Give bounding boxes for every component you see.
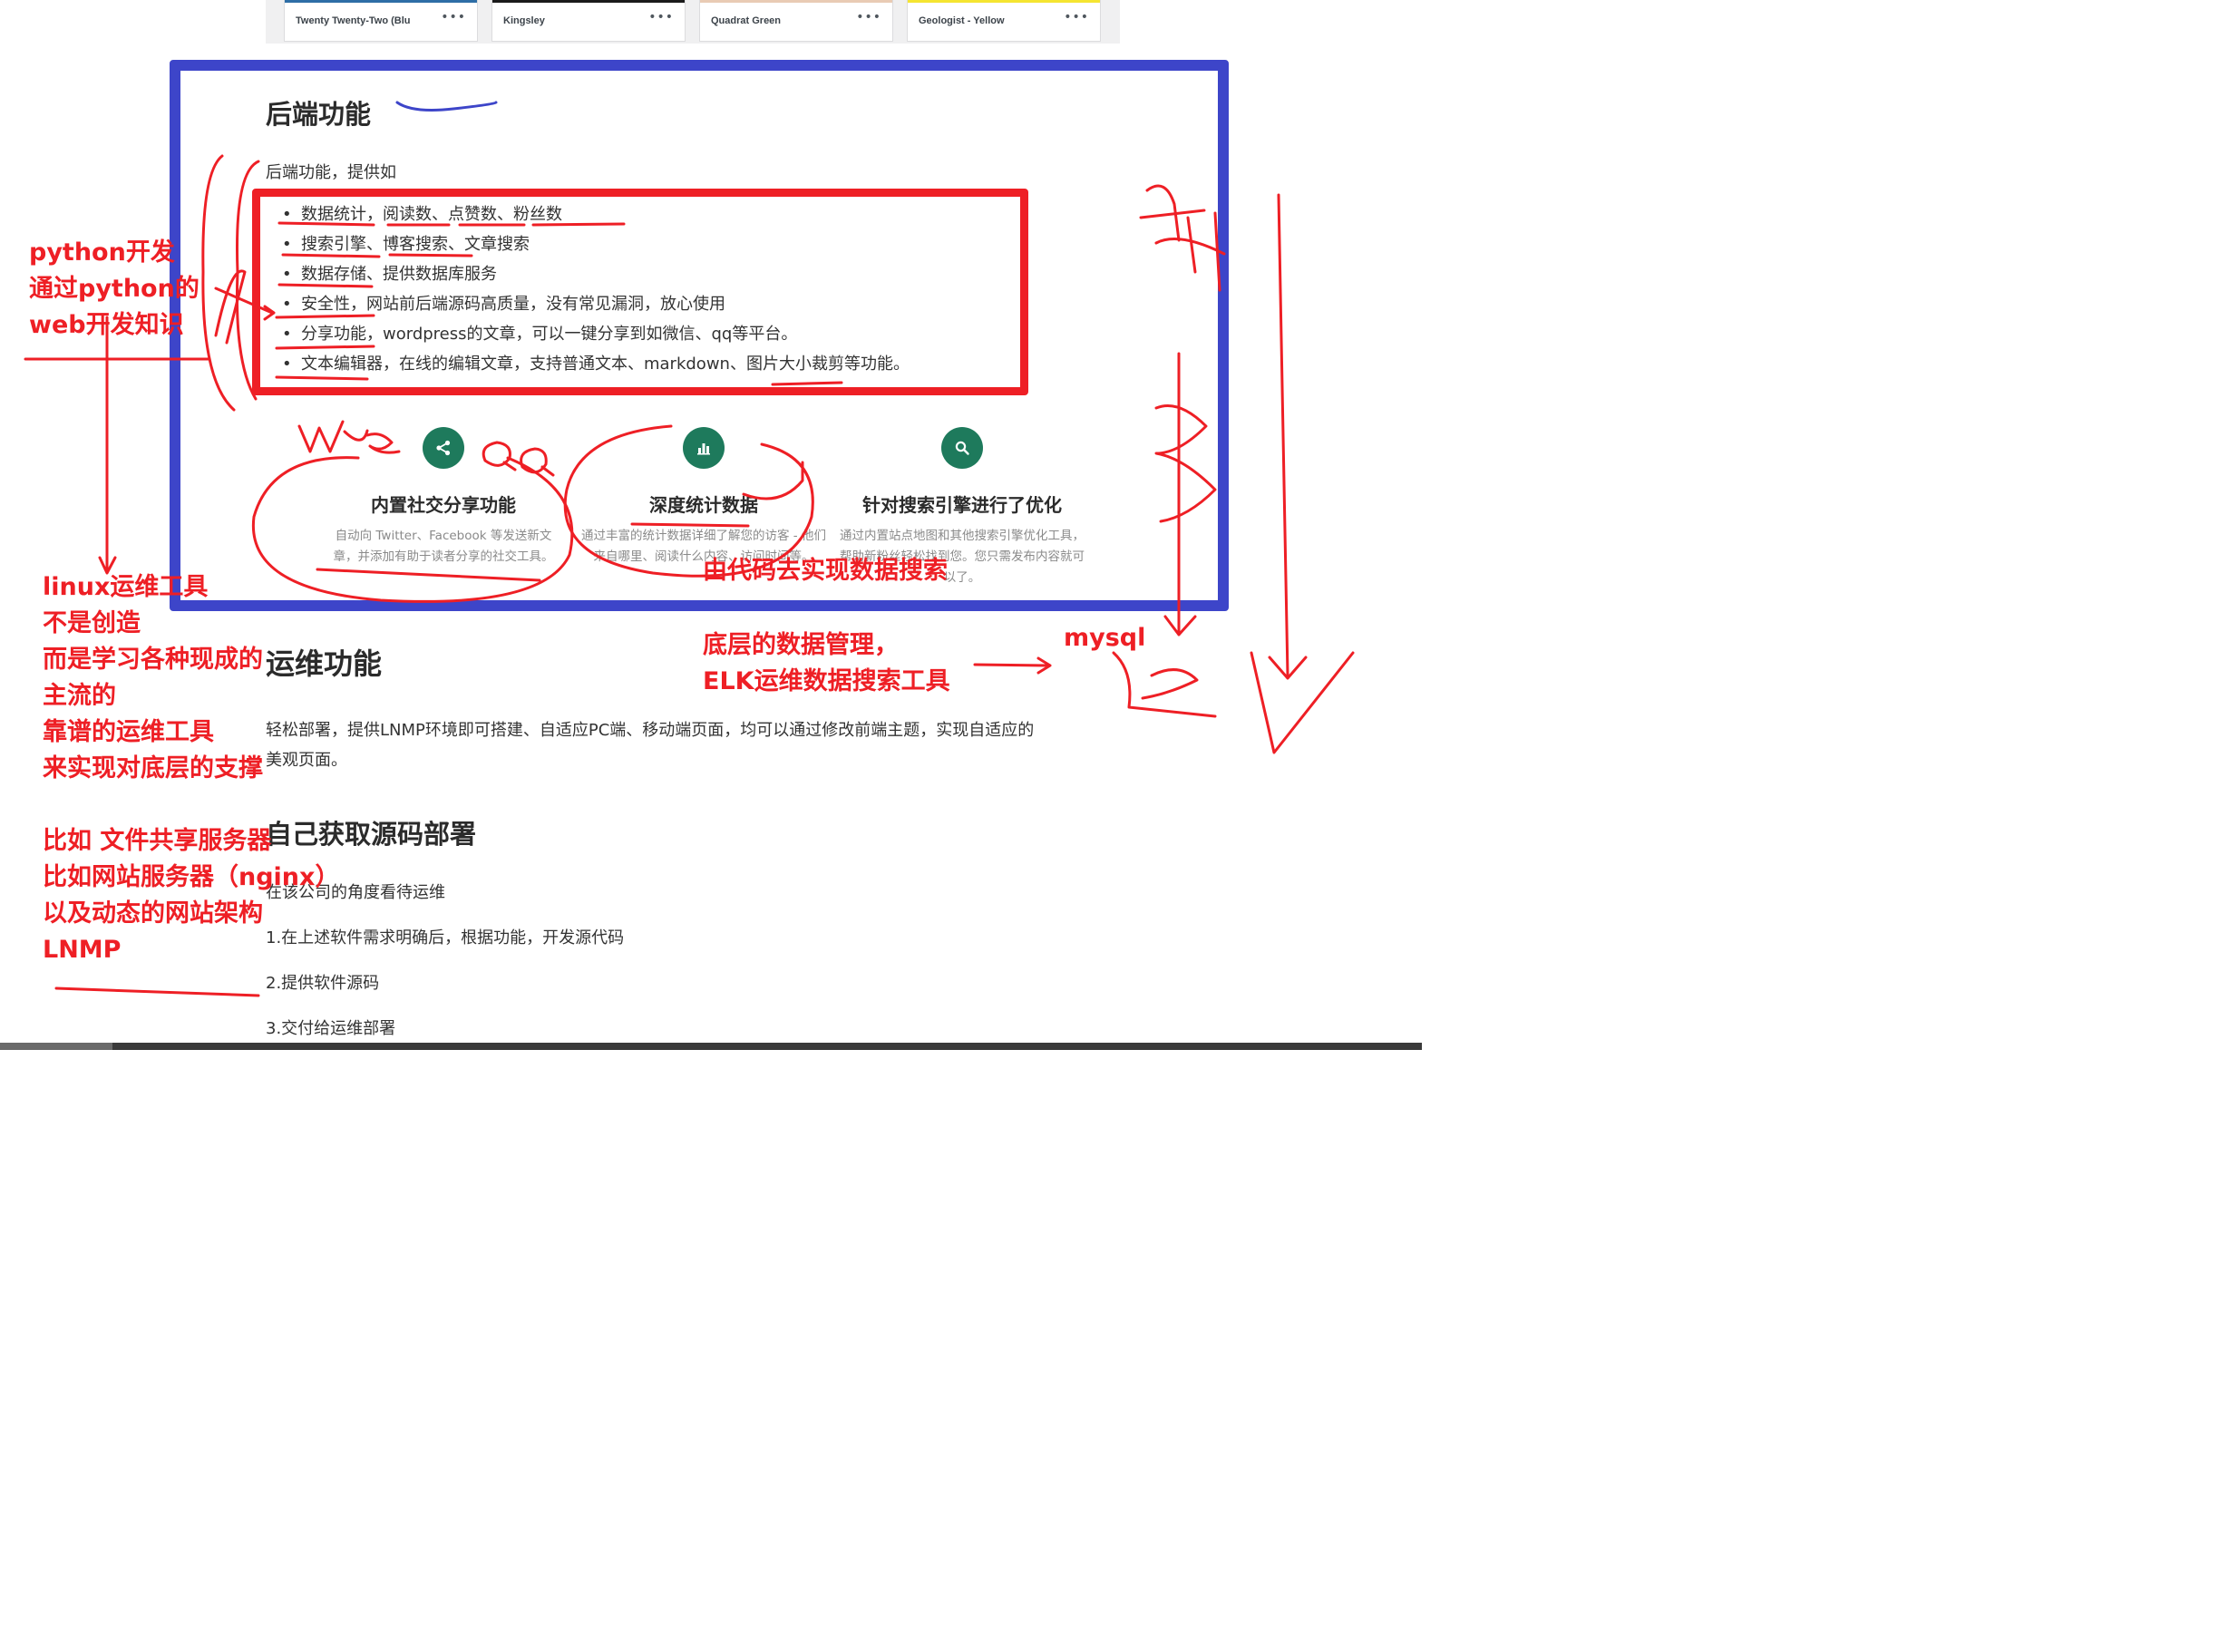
- theme-strip: Twenty Twenty-Two (Blu ••• Kingsley ••• …: [266, 0, 1120, 44]
- theme-thumbnail: [700, 0, 892, 3]
- feature-title: 深度统计数据: [649, 494, 758, 516]
- more-options-icon[interactable]: •••: [856, 10, 881, 24]
- theme-name: Geologist - Yellow: [919, 15, 1005, 26]
- feature-social-share: 内置社交分享功能 自动向 Twitter、Facebook 等发送新文章，并添加…: [325, 427, 562, 568]
- theme-thumbnail: [285, 0, 477, 3]
- annotation-linux: linux运维工具 不是创造 而是学习各种现成的 主流的 靠谱的运维工具 来实现…: [43, 573, 340, 964]
- feature-stats: 深度统计数据 通过丰富的统计数据详细了解您的访客 - 他们来自哪里、阅读什么内容…: [580, 427, 827, 568]
- share-icon[interactable]: [423, 427, 464, 469]
- annotation-python: python开发 通过python的 web开发知识: [29, 238, 199, 339]
- backend-heading: 后端功能: [266, 101, 372, 130]
- more-options-icon[interactable]: •••: [441, 10, 466, 24]
- theme-name: Twenty Twenty-Two (Blu: [296, 15, 411, 26]
- theme-name: Quadrat Green: [711, 15, 782, 26]
- feature-title: 内置社交分享功能: [371, 494, 516, 516]
- annotation-search-code: 由代码去实现数据搜索: [703, 557, 948, 585]
- source-line: 2.提供软件源码: [266, 974, 380, 993]
- horizontal-scrollbar[interactable]: [0, 1043, 1422, 1050]
- theme-card[interactable]: Quadrat Green •••: [699, 0, 893, 42]
- feature-title: 针对搜索引擎进行了优化: [862, 494, 1062, 516]
- theme-name: Kingsley: [503, 15, 545, 26]
- feature-desc: 自动向 Twitter、Facebook 等发送新文章，并添加有助于读者分享的社…: [333, 529, 554, 564]
- theme-thumbnail: [492, 0, 685, 3]
- theme-card[interactable]: Kingsley •••: [491, 0, 686, 42]
- scrollbar-thumb[interactable]: [0, 1043, 112, 1050]
- highlight-box-red: [252, 189, 1028, 395]
- theme-thumbnail: [908, 0, 1100, 3]
- more-options-icon[interactable]: •••: [648, 10, 674, 24]
- source-line: 3.交付给运维部署: [266, 1019, 396, 1038]
- theme-card[interactable]: Twenty Twenty-Two (Blu •••: [284, 0, 478, 42]
- more-options-icon[interactable]: •••: [1064, 10, 1089, 24]
- search-icon[interactable]: [941, 427, 983, 469]
- annotation-data-mgmt: 底层的数据管理， ELK运维数据搜索工具: [703, 631, 950, 695]
- annotation-mysql: mysql: [1064, 624, 1146, 652]
- ops-text-line1: 轻松部署，提供LNMP环境即可搭建、自适应PC端、移动端页面，均可以通过修改前端…: [266, 721, 1035, 740]
- theme-card[interactable]: Geologist - Yellow •••: [907, 0, 1101, 42]
- bar-chart-icon[interactable]: [683, 427, 725, 469]
- backend-intro: 后端功能，提供如: [266, 163, 396, 182]
